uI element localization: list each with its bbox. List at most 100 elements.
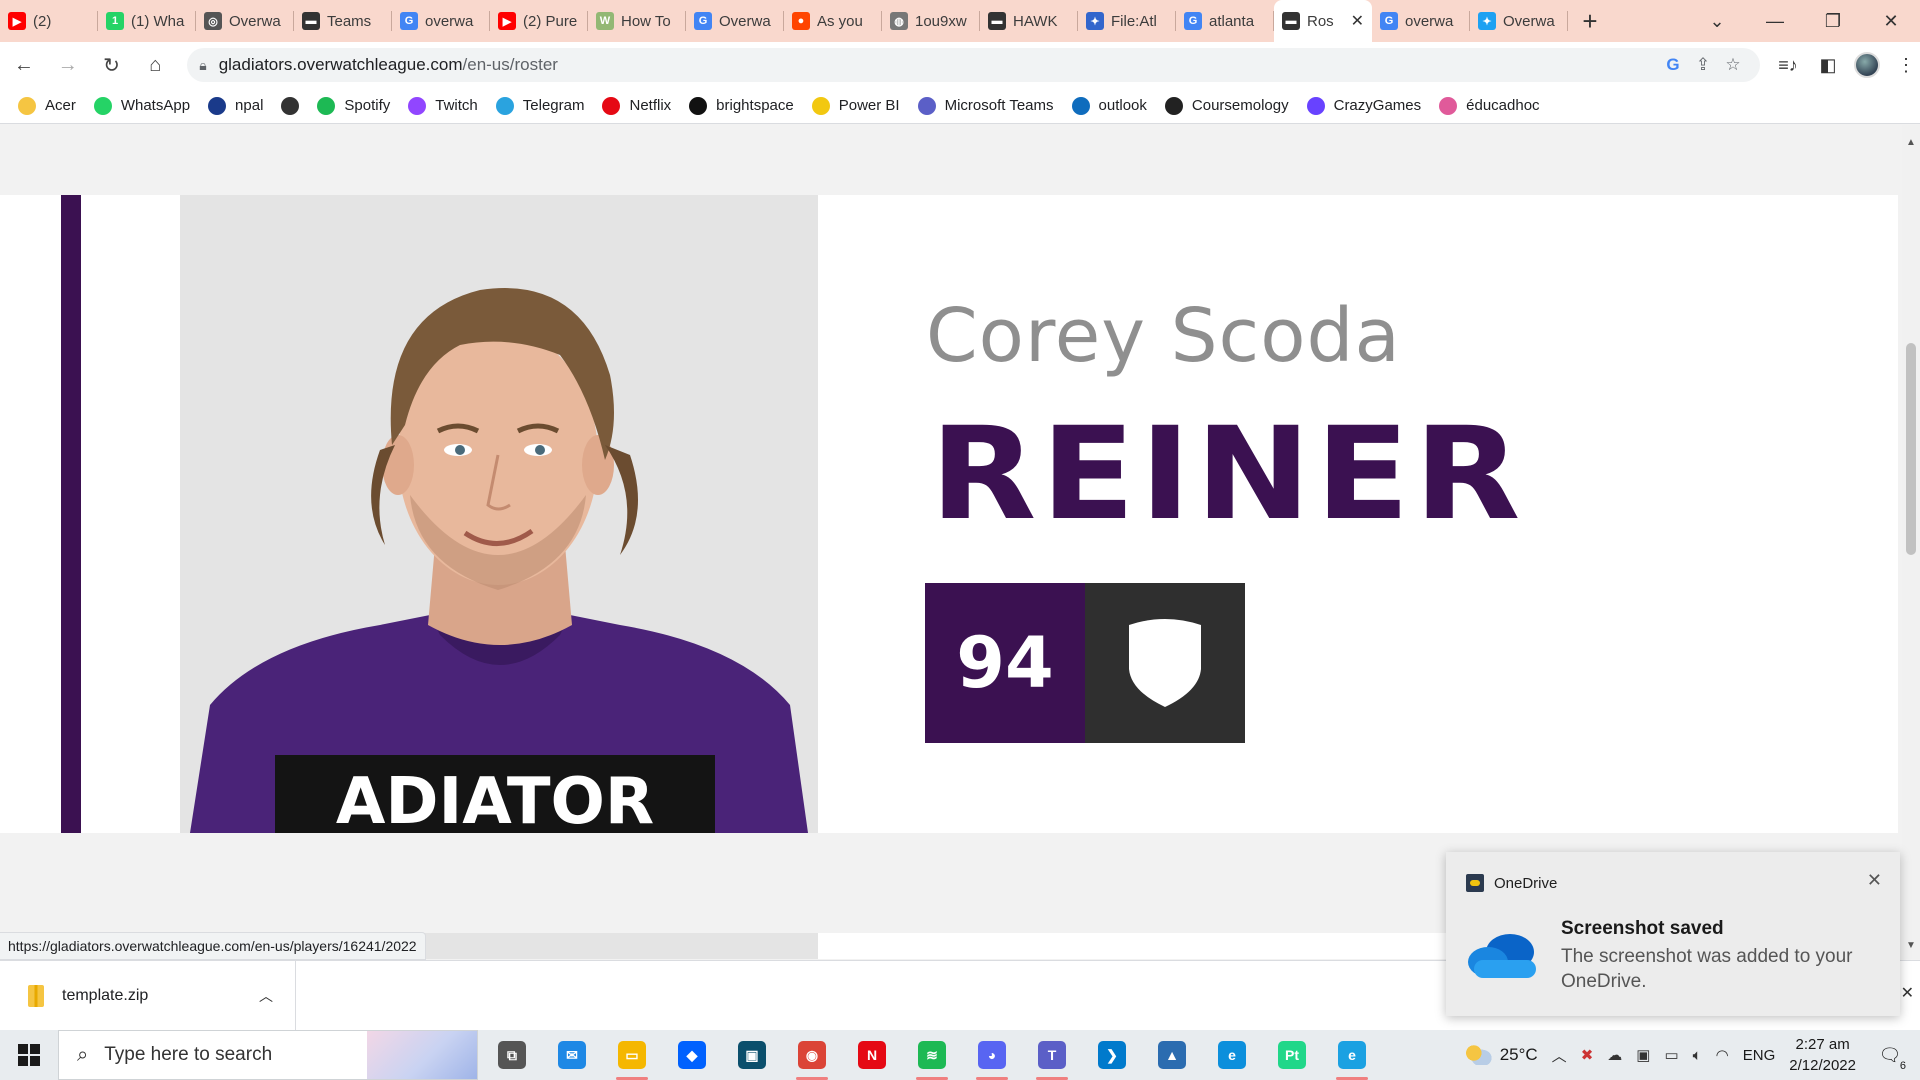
meet-now-icon[interactable]: ▣	[1636, 1046, 1650, 1064]
battery-icon[interactable]: ▭	[1664, 1046, 1678, 1064]
tab-14[interactable]: Goverwa	[1372, 0, 1470, 42]
player-photo[interactable]: ADIATOR	[180, 195, 818, 833]
bookmark-11[interactable]: outlook	[1071, 96, 1147, 115]
file-explorer-taskbar-button[interactable]: ▭	[602, 1030, 662, 1080]
bookmark-9[interactable]: Power BI	[811, 96, 900, 115]
chrome-taskbar-button[interactable]: ◉	[782, 1030, 842, 1080]
tab-4[interactable]: Goverwa	[392, 0, 490, 42]
show-hidden-icons-chevron-icon[interactable]: ︿	[1552, 1045, 1567, 1066]
tab-12[interactable]: Gatlanta	[1176, 0, 1274, 42]
share-icon[interactable]: ⇪	[1688, 55, 1718, 75]
weather-widget[interactable]: 25°C	[1465, 1045, 1538, 1065]
media-control-icon[interactable]: ≡♪	[1774, 55, 1802, 76]
google-icon: G	[400, 12, 418, 30]
action-center-button[interactable]: 🗨︎ 6	[1870, 1045, 1910, 1072]
onedrive-toast[interactable]: OneDrive ✕ Screenshot saved The screensh…	[1446, 852, 1900, 1016]
minimize-button[interactable]: —	[1746, 0, 1804, 42]
bookmark-1[interactable]: WhatsApp	[93, 96, 190, 115]
forward-button[interactable]: →	[48, 45, 88, 85]
tab-8[interactable]: ● As you	[784, 0, 882, 42]
bookmark-label: brightspace	[716, 97, 794, 114]
bookmark-2[interactable]: npal	[208, 96, 263, 115]
tab-7[interactable]: G Overwa	[686, 0, 784, 42]
photos-taskbar-button[interactable]: ▲	[1142, 1030, 1202, 1080]
bookmark-8[interactable]: brightspace	[689, 96, 794, 115]
tab-9[interactable]: ◍ 1ou9xw	[882, 0, 980, 42]
tab-11[interactable]: ✦ File:Atl	[1078, 0, 1176, 42]
tab-13[interactable]: ▬ Ros ✕	[1274, 0, 1372, 42]
bookmark-5[interactable]: Twitch	[408, 96, 478, 115]
bookmark-12[interactable]: Coursemology	[1164, 96, 1289, 115]
network-warning-icon[interactable]: ✖	[1581, 1046, 1594, 1064]
spotify-icon	[317, 96, 336, 115]
bookmark-10[interactable]: Microsoft Teams	[917, 96, 1054, 115]
chevron-up-icon[interactable]: ︿	[259, 986, 273, 1006]
tab-15[interactable]: ✦ Overwa	[1470, 0, 1568, 42]
tab-5[interactable]: ▶ (2) Pure	[490, 0, 588, 42]
lock-icon[interactable]: 🔒︎	[199, 57, 206, 74]
tab-1[interactable]: 1 (1) Wha	[98, 0, 196, 42]
tab-close-icon[interactable]: ✕	[1351, 11, 1364, 31]
language-indicator[interactable]: ENG	[1743, 1047, 1776, 1064]
teams-taskbar-button[interactable]: T	[1022, 1030, 1082, 1080]
task-view-taskbar-button[interactable]: ⧉	[482, 1030, 542, 1080]
scrollbar-thumb[interactable]	[1906, 343, 1916, 555]
wifi-icon[interactable]: ◠	[1716, 1046, 1729, 1064]
reload-button[interactable]: ↻	[92, 45, 132, 85]
url-host: gladiators.overwatchleague.com	[218, 55, 463, 74]
tab-2[interactable]: ◎ Overwa	[196, 0, 294, 42]
tab-0[interactable]: ▶ (2)	[0, 0, 98, 42]
close-download-shelf-icon[interactable]: ✕	[1901, 983, 1914, 1003]
page-viewport: ADIATOR Corey Scoda REINER 94	[0, 125, 1902, 959]
tab-label: HAWK	[1013, 12, 1058, 30]
discord-taskbar-button[interactable]: ◕	[962, 1030, 1022, 1080]
google-lens-icon[interactable]: G	[1658, 55, 1688, 75]
start-button[interactable]	[0, 1030, 58, 1080]
volume-icon[interactable]: 🔈︎	[1693, 1047, 1702, 1064]
home-button[interactable]: ⌂	[135, 45, 175, 85]
new-tab-button[interactable]: +	[1568, 0, 1612, 42]
bookmark-13[interactable]: CrazyGames	[1306, 96, 1421, 115]
tab-10[interactable]: ▬ HAWK	[980, 0, 1078, 42]
side-panel-icon[interactable]: ◧	[1814, 55, 1842, 76]
bookmark-14[interactable]: éducadhoc	[1439, 96, 1540, 115]
youtube-icon: ▶	[8, 12, 26, 30]
tab-search-chevron-icon[interactable]: ⌄	[1688, 0, 1746, 42]
bookmark-7[interactable]: Netflix	[602, 96, 671, 115]
bookmark-3[interactable]	[281, 96, 300, 115]
mail-taskbar-button[interactable]: ✉	[542, 1030, 602, 1080]
bookmark-6[interactable]: Telegram	[495, 96, 584, 115]
download-item[interactable]: template.zip ︿	[0, 961, 296, 1030]
clock[interactable]: 2:27 am 2/12/2022	[1789, 1034, 1856, 1076]
toast-close-icon[interactable]: ✕	[1867, 870, 1882, 891]
netflix-taskbar-button[interactable]: N	[842, 1030, 902, 1080]
address-bar[interactable]: 🔒︎ gladiators.overwatchleague.com/en-us/…	[187, 48, 1760, 82]
bookmark-4[interactable]: Spotify	[317, 96, 390, 115]
edge-dev-taskbar-button[interactable]: e	[1322, 1030, 1382, 1080]
bookmark-star-icon[interactable]: ☆	[1718, 55, 1748, 75]
profile-avatar[interactable]	[1854, 52, 1880, 78]
onedrive-tray-icon[interactable]: ☁	[1607, 1046, 1622, 1064]
menu-kebab-icon[interactable]: ⋮	[1892, 55, 1920, 76]
tab-3[interactable]: ▬ Teams	[294, 0, 392, 42]
bookmark-0[interactable]: Acer	[18, 96, 76, 115]
restore-button[interactable]: ❐	[1804, 0, 1862, 42]
scroll-up-arrow-icon[interactable]: ▲	[1906, 137, 1916, 148]
vscode-taskbar-button[interactable]: ❯	[1082, 1030, 1142, 1080]
player-card[interactable]: ADIATOR Corey Scoda REINER 94	[0, 195, 1898, 833]
edge-taskbar-button[interactable]: e	[1202, 1030, 1262, 1080]
pycharm-taskbar-button[interactable]: Pt	[1262, 1030, 1322, 1080]
gladiators-icon: ▬	[302, 12, 320, 30]
bookmark-label: Twitch	[435, 97, 478, 114]
taskbar-search-box[interactable]: ⌕ Type here to search	[58, 1030, 478, 1080]
url-text[interactable]: gladiators.overwatchleague.com/en-us/ros…	[219, 55, 1658, 75]
spotify-taskbar-button[interactable]: ≋	[902, 1030, 962, 1080]
page-scrollbar[interactable]: ▲ ▼	[1902, 125, 1920, 959]
tab-label: Overwa	[229, 12, 281, 30]
tab-6[interactable]: W How To	[588, 0, 686, 42]
dropbox-taskbar-button[interactable]: ◆	[662, 1030, 722, 1080]
close-window-button[interactable]: ✕	[1862, 0, 1920, 42]
scroll-down-arrow-icon[interactable]: ▼	[1906, 940, 1916, 951]
back-button[interactable]: ←	[4, 45, 44, 85]
terminal-app-taskbar-button[interactable]: ▣	[722, 1030, 782, 1080]
